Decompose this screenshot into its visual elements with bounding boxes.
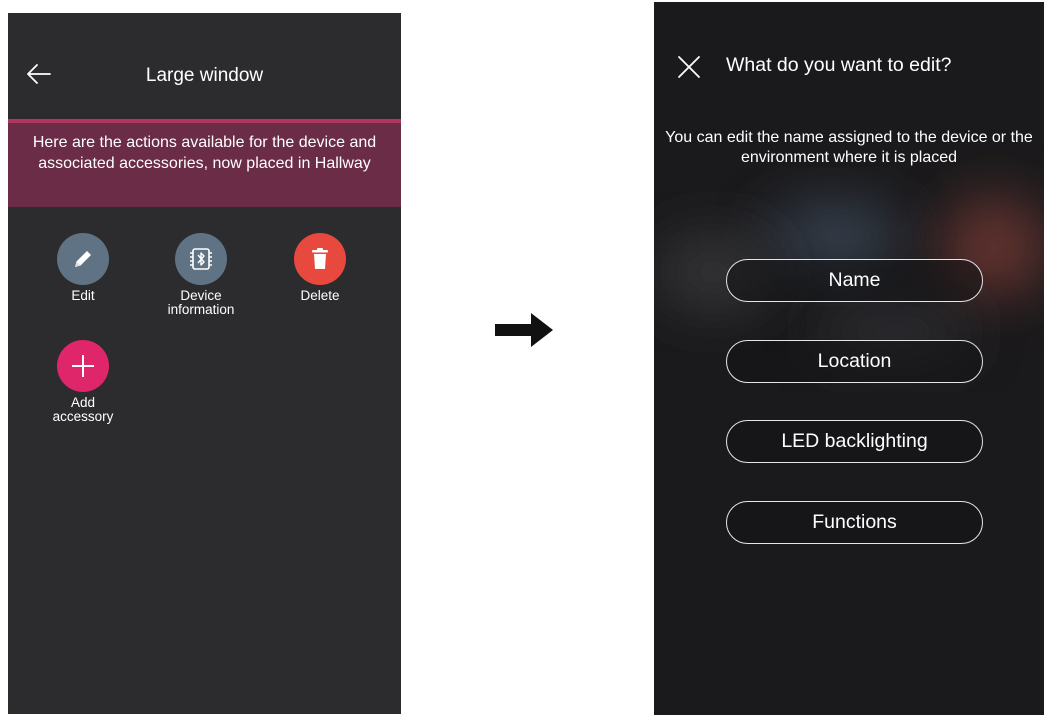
add-accessory-label: Add accessory xyxy=(52,395,114,424)
edit-action[interactable]: Edit xyxy=(28,233,138,303)
screen-title: Large window xyxy=(145,65,264,86)
right-arrow-icon xyxy=(495,313,553,347)
add-accessory-action[interactable]: Add accessory xyxy=(28,340,138,424)
info-banner: Here are the actions available for the d… xyxy=(8,119,401,207)
functions-button[interactable]: Functions xyxy=(726,501,983,544)
trash-icon xyxy=(312,248,328,269)
name-button[interactable]: Name xyxy=(726,259,983,302)
edit-options-dialog: What do you want to edit? You can edit t… xyxy=(654,2,1044,715)
location-button[interactable]: Location xyxy=(726,340,983,383)
dialog-description: You can edit the name assigned to the de… xyxy=(665,129,1033,166)
delete-action-circle xyxy=(294,233,346,285)
top-bar: Large window xyxy=(8,13,401,119)
device-actions-screen: Large window Here are the actions availa… xyxy=(8,13,401,714)
edit-action-circle xyxy=(57,233,109,285)
device-info-label: Device information xyxy=(167,288,235,317)
delete-action[interactable]: Delete xyxy=(265,233,375,303)
pencil-icon xyxy=(75,251,91,267)
plus-icon xyxy=(72,355,94,377)
delete-action-label: Delete xyxy=(300,288,340,303)
bluetooth-chip-icon xyxy=(190,248,212,270)
edit-action-label: Edit xyxy=(71,288,95,303)
close-icon[interactable] xyxy=(676,54,702,80)
device-info-circle xyxy=(175,233,227,285)
add-accessory-circle xyxy=(57,340,109,392)
led-backlighting-button[interactable]: LED backlighting xyxy=(726,420,983,463)
device-information-action[interactable]: Device information xyxy=(146,233,256,317)
dialog-title: What do you want to edit? xyxy=(726,54,952,76)
